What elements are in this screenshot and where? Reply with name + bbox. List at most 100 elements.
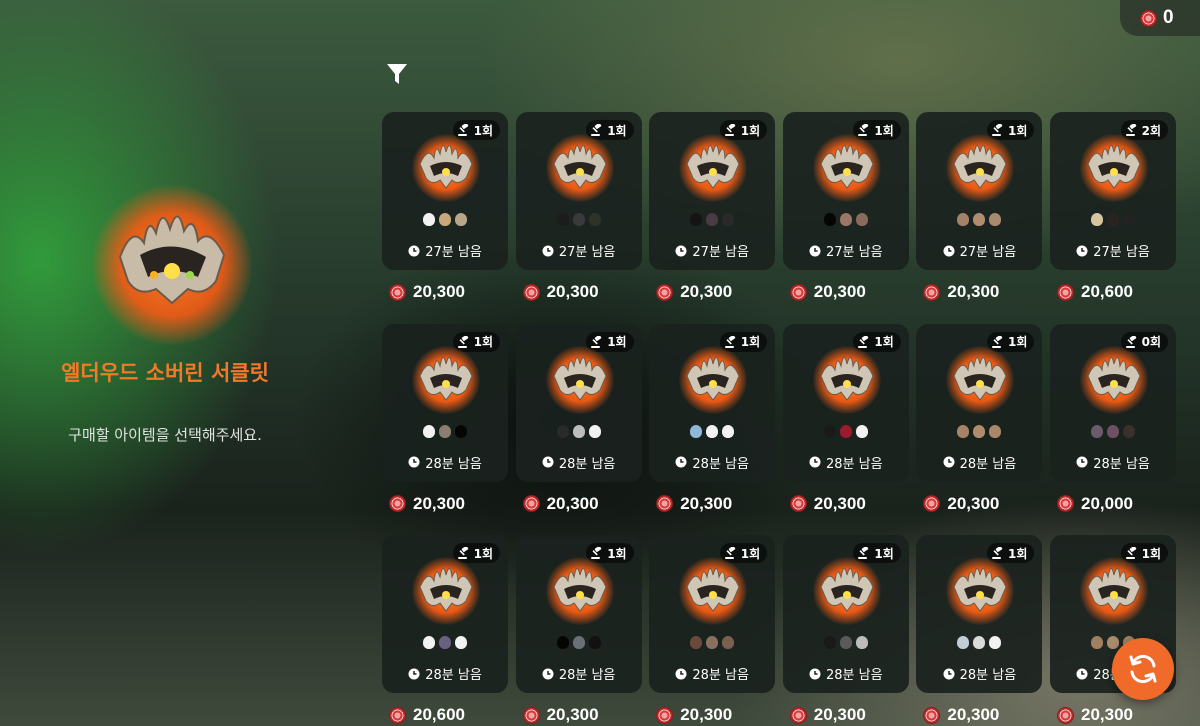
time-remaining-label: 28분 남음 — [692, 456, 749, 472]
listing-card[interactable]: 1회 27분 남음 — [649, 112, 776, 270]
listing-item[interactable]: 1회 28분 남음 20,300 — [782, 535, 909, 725]
filter-button[interactable] — [386, 62, 408, 86]
listing-item[interactable]: 1회 28분 남음 20,300 — [515, 323, 642, 514]
coin-icon — [656, 706, 674, 724]
listing-price: 20,300 — [516, 282, 642, 302]
listing-card[interactable]: 1회 28분 남음 — [782, 535, 909, 693]
dye-colors — [1050, 213, 1176, 226]
listing-card[interactable]: 2회 27분 남음 — [1050, 112, 1176, 270]
dye-color-swatch — [556, 213, 569, 226]
clock-icon — [809, 245, 821, 256]
listing-price: 20,300 — [649, 282, 775, 302]
listing-card[interactable]: 1회 27분 남음 — [782, 112, 909, 270]
listing-item[interactable]: 1회 27분 남음 20,300 — [782, 112, 909, 302]
circlet-icon — [686, 568, 740, 612]
circlet-icon — [553, 145, 607, 189]
listing-card[interactable]: 1회 27분 남음 — [515, 112, 642, 270]
circlet-icon — [820, 145, 874, 189]
item-image — [946, 345, 1015, 414]
refresh-button[interactable] — [1112, 638, 1174, 700]
coin-icon — [522, 283, 540, 301]
listing-card[interactable]: 1회 27분 남음 — [916, 112, 1043, 270]
listing-price: 20,300 — [382, 282, 508, 302]
item-image — [679, 345, 748, 414]
listing-item[interactable]: 1회 28분 남음 20,300 — [782, 323, 909, 514]
listing-item[interactable]: 1회 27분 남음 20,300 — [515, 112, 642, 302]
dye-color-swatch — [722, 636, 735, 649]
clock-icon — [943, 456, 955, 468]
price-value: 20,300 — [413, 493, 465, 513]
coin-icon — [522, 706, 540, 724]
item-image — [412, 134, 480, 202]
listing-item[interactable]: 2회 27분 남음 20,600 — [1050, 112, 1176, 302]
price-value: 20,300 — [680, 705, 733, 724]
circlet-icon — [419, 356, 473, 401]
listing-card[interactable]: 0회 28분 남음 — [1050, 323, 1176, 482]
clock-icon — [675, 456, 687, 468]
item-image — [812, 557, 881, 625]
listing-item[interactable]: 1회 28분 남음 20,300 — [382, 323, 508, 514]
dye-color-swatch — [455, 213, 467, 226]
listing-item[interactable]: 1회 28분 남음 20,300 — [916, 535, 1043, 725]
price-value: 20,300 — [680, 282, 733, 301]
listing-price: 20,300 — [516, 494, 642, 514]
listing-item[interactable]: 0회 28분 남음 20,000 — [1050, 323, 1176, 514]
listing-item[interactable]: 1회 27분 남음 20,300 — [382, 112, 508, 302]
dye-colors — [516, 636, 642, 649]
item-image — [1080, 134, 1148, 202]
currency-display: 0 — [1120, 0, 1200, 36]
dye-color-swatch — [423, 213, 435, 226]
time-remaining: 27분 남음 — [1050, 241, 1176, 260]
listing-item[interactable]: 1회 27분 남음 20,300 — [649, 112, 776, 302]
listing-card[interactable]: 1회 28분 남음 — [782, 323, 909, 482]
coin-icon — [789, 283, 807, 301]
time-remaining-label: 28분 남음 — [692, 668, 749, 683]
dye-color-swatch — [556, 636, 569, 649]
selection-hint: 구매할 아이템을 선택해주세요. — [68, 426, 262, 444]
circlet-icon — [953, 145, 1007, 189]
listing-price: 20,300 — [1050, 705, 1176, 725]
item-image — [946, 557, 1015, 625]
time-remaining-label: 27분 남음 — [1093, 245, 1150, 260]
clock-icon — [1076, 245, 1088, 256]
listing-item[interactable]: 1회 28분 남음 20,300 — [515, 535, 642, 725]
dye-color-swatch — [823, 636, 836, 649]
price-value: 20,300 — [680, 493, 733, 513]
time-remaining-label: 28분 남음 — [558, 456, 616, 472]
listing-card[interactable]: 1회 28분 남음 — [916, 323, 1043, 482]
clock-icon — [1076, 456, 1088, 468]
listing-item[interactable]: 1회 28분 남음 20,600 — [382, 535, 508, 725]
currency-balance: 0 — [1163, 7, 1174, 28]
listing-card[interactable]: 1회 28분 남음 — [515, 535, 642, 693]
listing-card[interactable]: 1회 27분 남음 — [382, 112, 508, 270]
coin-icon — [522, 495, 540, 512]
listing-card[interactable]: 1회 28분 남음 — [382, 535, 508, 693]
dye-color-swatch — [455, 636, 467, 649]
circlet-icon — [953, 356, 1007, 401]
time-remaining: 28분 남음 — [516, 453, 642, 472]
dye-color-swatch — [588, 636, 601, 649]
time-remaining-label: 28분 남음 — [959, 456, 1017, 472]
item-image — [679, 557, 748, 625]
listing-card[interactable]: 1회 28분 남음 — [382, 323, 508, 482]
dye-color-swatch — [722, 424, 735, 438]
listing-item[interactable]: 1회 28분 남음 20,300 — [916, 323, 1043, 514]
time-remaining: 28분 남음 — [516, 664, 642, 683]
clock-icon — [675, 668, 687, 679]
listing-item[interactable]: 1회 28분 남음 20,300 — [649, 323, 776, 514]
listing-card[interactable]: 1회 28분 남음 — [649, 535, 776, 693]
item-image — [946, 134, 1015, 202]
listing-card[interactable]: 1회 28분 남음 — [649, 323, 776, 482]
listing-item[interactable]: 1회 28분 남음 20,300 — [649, 535, 776, 725]
listing-price: 20,300 — [516, 705, 642, 725]
item-image — [412, 345, 480, 414]
dye-colors — [382, 424, 508, 438]
listing-card[interactable]: 1회 28분 남음 — [916, 535, 1043, 693]
time-remaining: 28분 남음 — [783, 664, 909, 683]
dye-colors — [382, 213, 508, 226]
time-remaining: 28분 남음 — [916, 453, 1042, 472]
dye-color-swatch — [973, 424, 986, 438]
dye-colors — [516, 213, 642, 226]
listing-card[interactable]: 1회 28분 남음 — [515, 323, 642, 482]
listing-item[interactable]: 1회 27분 남음 20,300 — [916, 112, 1043, 302]
